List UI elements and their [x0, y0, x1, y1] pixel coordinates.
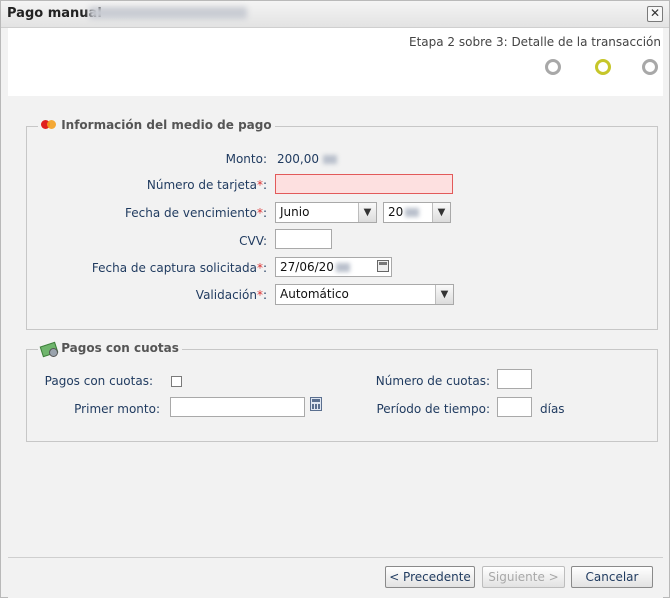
capture-date-label-text: Fecha de captura solicitada [91, 261, 257, 275]
chevron-down-icon: ▼ [358, 203, 376, 222]
step-label: Etapa 2 sobre 3: Detalle de la transacci… [409, 35, 661, 49]
capture-date-label: Fecha de captura solicitada*: [27, 261, 267, 275]
redacted-year [405, 208, 420, 217]
capture-date-value: 27/06/20 [280, 260, 334, 274]
dialog-title: Pago manual [7, 6, 102, 21]
installment-count-input[interactable] [497, 369, 532, 389]
validation-select[interactable]: Automático ▼ [275, 284, 454, 305]
installment-count-label: Número de cuotas: [375, 374, 490, 388]
label-colon: : [262, 288, 267, 302]
installments-section: Pagos con cuotas Pagos con cuotas: Prime… [26, 341, 658, 442]
chevron-down-icon: ▼ [435, 285, 453, 304]
step-2-indicator [595, 59, 611, 75]
installments-title: Pagos con cuotas [61, 341, 179, 355]
payment-info-title: Información del medio de pago [61, 118, 272, 132]
redacted-date-year [335, 263, 350, 272]
redacted-currency [323, 155, 337, 164]
expiry-month-select[interactable]: Junio ▼ [275, 202, 377, 223]
chevron-down-icon: ▼ [432, 203, 450, 222]
step-3-indicator [642, 59, 658, 75]
amount-number: 200,00 [277, 152, 319, 166]
label-colon: : [262, 178, 267, 192]
next-button[interactable]: Siguiente > [482, 566, 565, 588]
capture-date-input[interactable]: 27/06/20 [275, 257, 392, 277]
manual-payment-dialog: Pago manual ✕ Etapa 2 sobre 3: Detalle d… [0, 0, 670, 598]
payment-info-legend: Información del medio de pago [38, 118, 275, 132]
card-number-label: Número de tarjeta*: [27, 178, 267, 192]
expiry-year-select[interactable]: 20 ▼ [383, 202, 451, 223]
money-icon [39, 341, 59, 358]
period-unit: días [540, 402, 565, 416]
cvv-label: CVV: [239, 234, 267, 248]
validation-value: Automático [280, 287, 349, 301]
installments-checkbox[interactable] [171, 376, 182, 387]
dialog-footer: < Precedente Siguiente > Cancelar [8, 557, 663, 598]
expiry-year-value: 20 [388, 205, 404, 219]
amount-label: Monto: [225, 152, 267, 166]
period-label: Período de tiempo: [376, 402, 490, 416]
expiry-label: Fecha de vencimiento*: [27, 206, 267, 220]
cvv-input[interactable] [275, 229, 332, 249]
amount-value: 200,00 [277, 152, 337, 166]
form-content: Información del medio de pago Monto: 200… [8, 96, 663, 556]
expiry-label-text: Fecha de vencimiento [125, 206, 257, 220]
installments-legend: Pagos con cuotas [38, 341, 182, 358]
close-icon: ✕ [649, 6, 661, 20]
calendar-icon[interactable] [377, 260, 389, 272]
cancel-button[interactable]: Cancelar [571, 566, 653, 588]
label-colon: : [262, 261, 267, 275]
label-colon: : [262, 206, 267, 220]
close-button[interactable]: ✕ [647, 6, 663, 22]
validation-label-text: Validación [195, 288, 257, 302]
validation-label: Validación*: [27, 288, 267, 302]
payment-info-section: Información del medio de pago Monto: 200… [26, 118, 658, 330]
first-amount-input[interactable] [170, 397, 305, 417]
step-1-indicator [545, 59, 561, 75]
card-number-label-text: Número de tarjeta [146, 178, 257, 192]
previous-button[interactable]: < Precedente [385, 566, 475, 588]
redacted-title-detail [89, 7, 247, 19]
mastercard-icon [41, 120, 57, 130]
calculator-icon[interactable] [310, 397, 322, 411]
period-input[interactable] [497, 397, 532, 417]
dialog-titlebar[interactable]: Pago manual ✕ [1, 1, 669, 28]
first-amount-label: Primer monto: [74, 402, 160, 416]
expiry-month-value: Junio [280, 205, 310, 219]
installments-enabled-label: Pagos con cuotas: [44, 374, 153, 388]
step-header: Etapa 2 sobre 3: Detalle de la transacci… [8, 28, 663, 96]
card-number-input[interactable] [275, 174, 453, 194]
